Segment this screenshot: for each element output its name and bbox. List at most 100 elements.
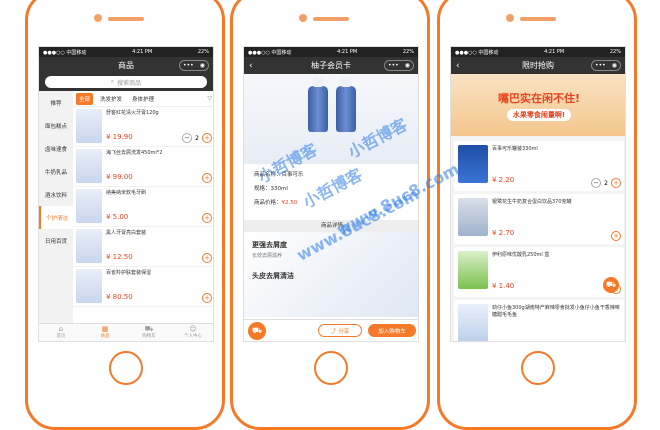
search-area: ⌕ 搜索商品 [39, 74, 213, 91]
product-row[interactable]: 百雀羚护肤套装保湿 ¥ 80.50 + [73, 267, 213, 307]
category-item-active[interactable]: 个护清洁 [39, 206, 73, 229]
product-row[interactable]: 舒客红花清火牙膏120g ¥ 19.90 − 2 + [73, 107, 213, 147]
search-icon: ⌕ [110, 78, 115, 85]
tab-profile[interactable]: ☺ 个人中心 [171, 324, 213, 341]
plus-button[interactable]: + [202, 133, 212, 143]
tab-cart[interactable]: ⛟ 购物车 [127, 324, 171, 341]
home-button[interactable] [109, 351, 143, 385]
shampoo-bottle-image [308, 77, 328, 132]
search-input[interactable]: ⌕ 搜索商品 [45, 76, 207, 88]
menu-dots-icon[interactable]: ••• [388, 62, 399, 69]
product-card[interactable]: 劲仔小鱼300g湖南特产麻辣零食批发小鱼仔小鱼干香辣味糖醋毛毛鱼 [454, 300, 624, 341]
product-hero-image [244, 74, 418, 164]
subcategory-tabs: 全部 洗发护发 身体护理 ▽ [73, 91, 213, 107]
speaker-grille [520, 17, 556, 21]
promo-banner[interactable]: 嘴巴实在闲不住! 水果零食闹量啊! [451, 74, 625, 136]
quantity-value: 2 [604, 179, 608, 187]
product-price: ¥ 19.90 [106, 133, 133, 141]
plus-button[interactable]: + [202, 293, 212, 303]
product-price: ¥ 12.50 [106, 253, 133, 261]
product-price: ¥ 80.50 [106, 293, 133, 301]
category-item[interactable]: 推荐 [39, 91, 73, 114]
camera-dot [94, 14, 102, 22]
title-bar: 商品 ••• ◉ [39, 57, 213, 74]
brand-value: 百事可乐 [281, 172, 304, 178]
title-bar: ‹ 柚子会员卡 ••• ◉ [244, 57, 418, 74]
product-name: 舒客红花清火牙膏120g [106, 110, 159, 116]
product-name: 伊利原味优酸乳250ml 盒 [492, 252, 550, 258]
product-card[interactable]: 百事可乐罐装330ml ¥ 2.20 − 2 + [454, 141, 624, 191]
tab-products[interactable]: ▦ 商品 [83, 324, 127, 341]
product-row[interactable]: 黑人牙膏亮白套装 ¥ 12.50 + [73, 227, 213, 267]
product-row[interactable]: 纳美纳米软毛牙刷 ¥ 5.00 + [73, 187, 213, 227]
status-bar: ●●●○○ 中国移动 4:21 PM 22% [39, 47, 213, 57]
battery-text: 22% [402, 49, 414, 55]
grid-icon: ▦ [101, 325, 109, 333]
product-row[interactable]: 海飞丝去屑洗发450ml*2 ¥ 99.00 + [73, 147, 213, 187]
home-button[interactable] [521, 351, 555, 385]
cart-icon: ⛟ [144, 325, 154, 333]
product-image [458, 251, 488, 289]
plus-button[interactable]: + [202, 213, 212, 223]
product-image [76, 229, 102, 263]
category-item[interactable]: 日用百货 [39, 229, 73, 252]
close-circle-icon[interactable]: ◉ [405, 62, 410, 69]
category-item[interactable]: 酒水饮料 [39, 183, 73, 206]
banner-subtitle: 长效去屑滋养 [252, 253, 283, 259]
product-name: 银鹭花生牛奶复合蛋白饮品370克罐 [492, 199, 572, 205]
tab-home[interactable]: ⌂ 首页 [39, 324, 83, 341]
category-item[interactable]: 卤味速食 [39, 137, 73, 160]
flash-sale-list: 百事可乐罐装330ml ¥ 2.20 − 2 + 银鹭花生牛奶复合蛋白饮品370… [451, 139, 625, 341]
subtab-hair[interactable]: 洗发护发 [97, 93, 125, 105]
search-placeholder: 搜索商品 [117, 79, 142, 87]
product-price: ¥ 2.70 [492, 229, 515, 237]
product-name: 海飞丝去屑洗发450ml*2 [106, 150, 163, 156]
product-image [76, 269, 102, 303]
subtab-all[interactable]: 全部 [76, 92, 94, 105]
detail-banner: 更强去屑度 长效去屑滋养 头皮去屑清洁 [244, 232, 418, 317]
plus-button[interactable]: + [611, 178, 621, 188]
quantity-stepper: + [202, 173, 212, 183]
mini-program-capsule[interactable]: ••• ◉ [384, 60, 414, 71]
carrier-text: ●●●○○ 中国移动 [43, 49, 87, 56]
category-item[interactable]: 面包糕点 [39, 114, 73, 137]
back-arrow-icon[interactable]: ‹ [456, 61, 460, 71]
close-circle-icon[interactable]: ◉ [200, 62, 205, 69]
back-arrow-icon[interactable]: ‹ [249, 61, 253, 71]
product-card[interactable]: 银鹭花生牛奶复合蛋白饮品370克罐 ¥ 2.70 + [454, 194, 624, 244]
plus-button[interactable]: + [611, 231, 621, 241]
tab-label: 购物车 [142, 334, 156, 339]
status-bar: ●●●○○ 中国移动 4:21 PM 22% [244, 47, 418, 57]
page-title: 柚子会员卡 [311, 61, 351, 70]
carrier-text: ●●●○○ 中国移动 [455, 49, 499, 56]
minus-button[interactable]: − [591, 178, 602, 188]
page-title: 商品 [118, 61, 134, 70]
cart-icon[interactable]: ⛟ [248, 321, 266, 340]
chevron-down-icon[interactable]: ▽ [207, 95, 212, 102]
banner-title: 更强去屑度 [252, 241, 287, 249]
share-button[interactable]: ⤴ 分享 [318, 324, 362, 337]
menu-dots-icon[interactable]: ••• [183, 62, 194, 69]
subtab-body[interactable]: 身体护理 [129, 93, 157, 105]
time-text: 4:21 PM [132, 49, 153, 55]
category-item[interactable]: 牛奶乳品 [39, 160, 73, 183]
menu-dots-icon[interactable]: ••• [595, 62, 606, 69]
plus-button[interactable]: + [202, 173, 212, 183]
product-list: 全部 洗发护发 身体护理 ▽ 舒客红花清火牙膏120g ¥ 19.90 − 2 … [73, 91, 213, 327]
carrier-text: ●●●○○ 中国移动 [248, 49, 292, 56]
banner-tagline: 水果零食闹量啊! [506, 108, 572, 121]
status-bar: ●●●○○ 中国移动 4:21 PM 22% [451, 47, 625, 57]
product-card[interactable]: 伊利原味优酸乳250ml 盒 ¥ 1.40 + [454, 247, 624, 297]
category-sidebar: 推荐 面包糕点 卤味速食 牛奶乳品 酒水饮料 个护清洁 日用百货 [39, 91, 73, 327]
mini-program-capsule[interactable]: ••• ◉ [179, 60, 209, 71]
plus-button[interactable]: + [202, 253, 212, 263]
phone-frame-2: ●●●○○ 中国移动 4:21 PM 22% ‹ 柚子会员卡 ••• ◉ 商品名称… [230, 0, 430, 430]
mini-program-capsule[interactable]: ••• ◉ [591, 60, 621, 71]
floating-cart-icon[interactable]: ⛟ [603, 277, 619, 293]
add-to-cart-button[interactable]: 加入购物车 [368, 324, 416, 337]
close-circle-icon[interactable]: ◉ [612, 62, 617, 69]
spec-value: 330ml [270, 186, 288, 192]
minus-button[interactable]: − [182, 133, 193, 143]
product-price: ¥ 99.00 [106, 173, 133, 181]
home-button[interactable] [314, 351, 348, 385]
